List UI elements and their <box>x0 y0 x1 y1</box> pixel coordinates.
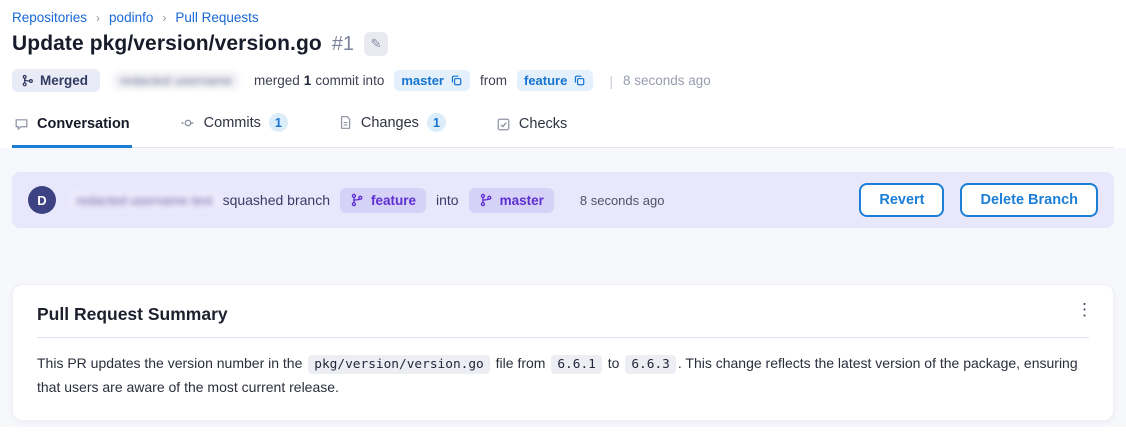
file-icon <box>338 115 353 130</box>
checklist-icon <box>496 117 511 132</box>
content-area: D redacted username text squashed branch… <box>0 148 1126 427</box>
git-branch-icon <box>479 193 493 207</box>
commits-count-badge: 1 <box>269 113 288 132</box>
breadcrumb-separator: › <box>162 11 166 25</box>
kebab-menu-icon: ⋮ <box>1076 300 1093 319</box>
copy-icon[interactable] <box>573 74 586 87</box>
status-badge-label: Merged <box>40 73 88 88</box>
tab-commits[interactable]: Commits 1 <box>178 109 290 148</box>
breadcrumb: Repositories › podinfo › Pull Requests <box>12 10 1114 25</box>
merge-timestamp: 8 seconds ago <box>623 73 711 88</box>
target-branch-pill[interactable]: master <box>394 70 470 91</box>
tab-label: Changes <box>361 115 419 131</box>
pr-summary-card: ⋮ Pull Request Summary This PR updates t… <box>12 284 1114 421</box>
tab-conversation[interactable]: Conversation <box>12 112 132 148</box>
merge-banner: D redacted username text squashed branch… <box>12 172 1114 228</box>
target-branch-name: master <box>401 73 444 88</box>
overflow-menu-button[interactable]: ⋮ <box>1070 297 1099 322</box>
git-branch-icon <box>350 193 364 207</box>
summary-body: This PR updates the version number in th… <box>37 352 1089 400</box>
banner-into-text: into <box>436 192 459 208</box>
title-row: Update pkg/version/version.go #1 ✎ <box>12 32 1114 56</box>
commit-icon <box>180 115 196 131</box>
merged-text: merged <box>254 73 300 88</box>
breadcrumb-pull-requests[interactable]: Pull Requests <box>175 10 258 25</box>
separator-bar: | <box>609 73 613 89</box>
pencil-icon: ✎ <box>371 36 382 52</box>
card-divider <box>37 337 1089 338</box>
tab-label: Commits <box>204 115 261 131</box>
status-badge: Merged <box>12 69 100 92</box>
commit-into-text: commit into <box>315 73 384 88</box>
banner-target-branch-name: master <box>500 193 544 208</box>
tab-label: Checks <box>519 116 567 132</box>
page-header: Repositories › podinfo › Pull Requests U… <box>0 0 1126 148</box>
tab-label: Conversation <box>37 116 130 132</box>
breadcrumb-repositories[interactable]: Repositories <box>12 10 87 25</box>
source-branch-pill[interactable]: feature <box>517 70 593 91</box>
delete-branch-button[interactable]: Delete Branch <box>960 183 1098 217</box>
source-branch-name: feature <box>524 73 567 88</box>
comment-icon <box>14 117 29 132</box>
edit-title-button[interactable]: ✎ <box>364 32 388 56</box>
revert-button[interactable]: Revert <box>859 183 944 217</box>
banner-source-branch-name: feature <box>371 193 416 208</box>
banner-actions: Revert Delete Branch <box>859 183 1098 217</box>
banner-source-branch-pill[interactable]: feature <box>340 188 426 213</box>
merge-author-redacted: redacted username <box>112 71 240 90</box>
banner-action-text: squashed branch <box>223 192 330 208</box>
pr-tabs: Conversation Commits 1 Changes 1 <box>12 109 1114 148</box>
banner-target-branch-pill[interactable]: master <box>469 188 554 213</box>
copy-icon[interactable] <box>450 74 463 87</box>
tab-checks[interactable]: Checks <box>494 112 569 148</box>
merge-info-row: Merged redacted username merged 1 commit… <box>12 69 1114 92</box>
git-merge-icon <box>21 74 34 87</box>
breadcrumb-separator: › <box>96 11 100 25</box>
banner-timestamp: 8 seconds ago <box>580 193 665 208</box>
tab-changes[interactable]: Changes 1 <box>336 109 448 148</box>
changes-count-badge: 1 <box>427 113 446 132</box>
page-title: Update pkg/version/version.go <box>12 32 322 56</box>
commit-count: 1 <box>304 73 312 88</box>
pr-number: #1 <box>332 33 354 56</box>
banner-actor-redacted: redacted username text <box>68 191 221 210</box>
avatar[interactable]: D <box>28 186 56 214</box>
from-text: from <box>480 73 507 88</box>
summary-card-title: Pull Request Summary <box>37 304 1089 325</box>
breadcrumb-podinfo[interactable]: podinfo <box>109 10 153 25</box>
